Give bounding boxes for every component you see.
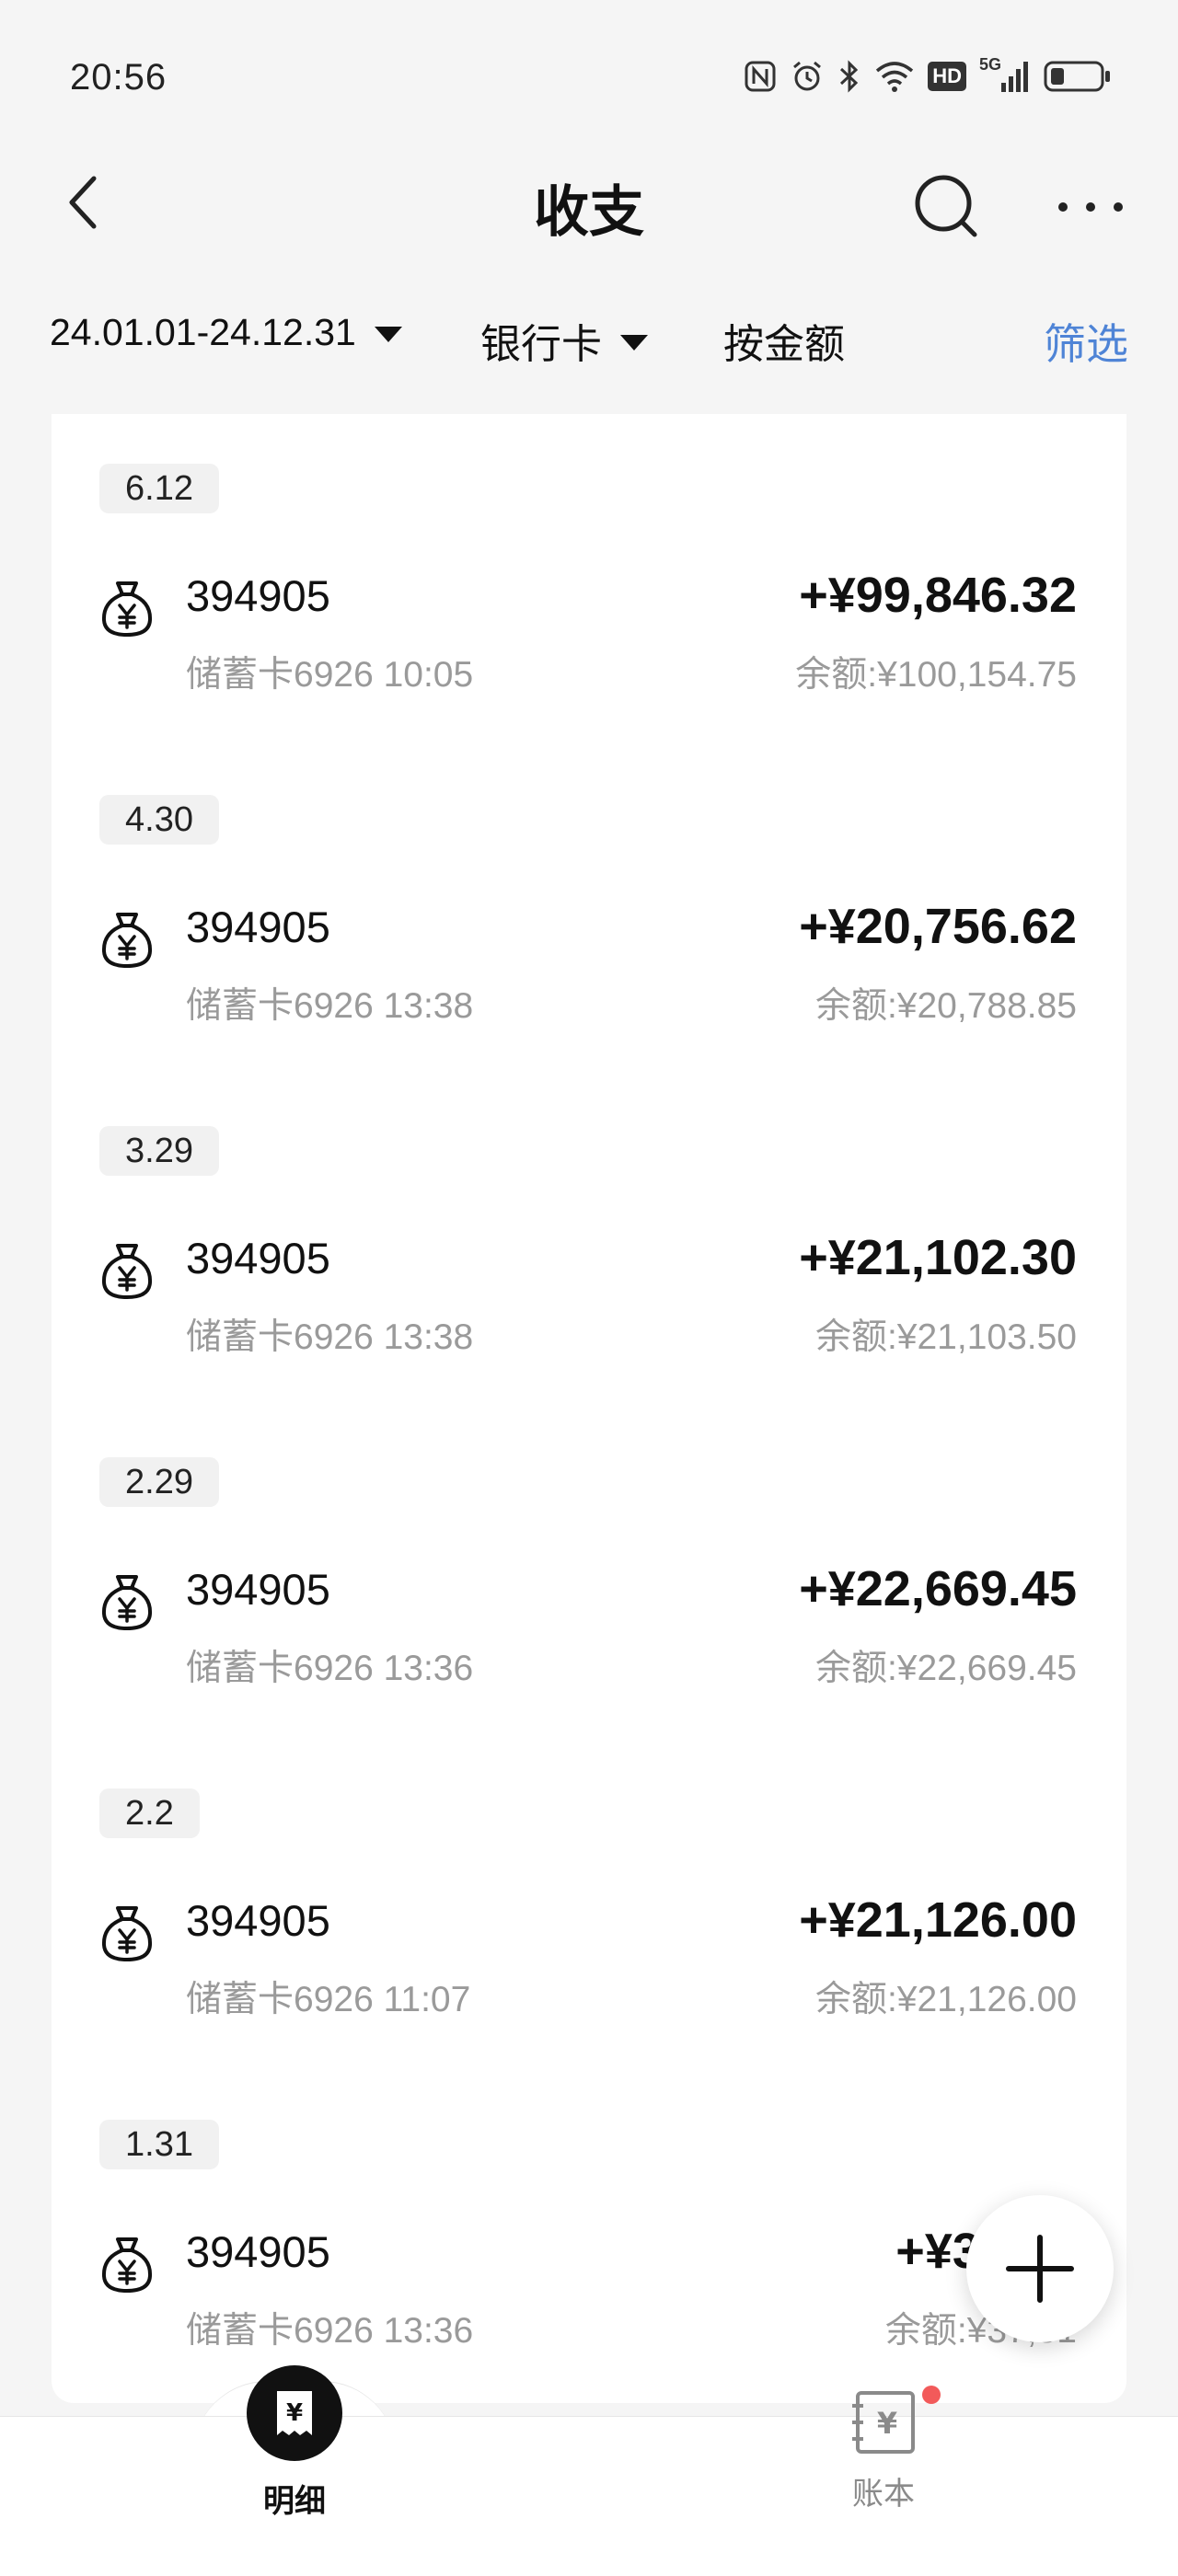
transaction-card-time: 储蓄卡6926 13:36 [186, 2311, 474, 2351]
day-group: 6.12 394905 储蓄卡6926 10:05 +¥99,846.32 余额… [52, 414, 1126, 745]
transaction-amount: +¥99,846.32 [799, 568, 1077, 623]
more-dots-icon [1058, 202, 1123, 212]
transaction-row[interactable]: 394905 储蓄卡6926 13:36 +¥37,51 余额:¥37,51 [52, 2217, 1126, 2355]
status-bar: 20:56 HD 5G [0, 0, 1178, 147]
transaction-card-time: 储蓄卡6926 13:38 [186, 986, 474, 1026]
date-chip: 3.29 [99, 1126, 219, 1176]
transaction-card-time: 储蓄卡6926 10:05 [186, 655, 474, 695]
transaction-row[interactable]: 394905 储蓄卡6926 13:38 +¥20,756.62 余额:¥20,… [52, 892, 1126, 1030]
detail-tab-glyph: ¥ [286, 2399, 303, 2427]
search-button[interactable] [906, 166, 988, 248]
alarm-icon [790, 59, 825, 94]
add-record-button[interactable] [966, 2195, 1114, 2342]
date-range-filter[interactable]: 24.01.01-24.12.31 [50, 311, 402, 354]
money-bag-icon [99, 1904, 155, 1963]
hd-icon: HD [928, 62, 966, 91]
transaction-card-time: 储蓄卡6926 13:38 [186, 1317, 474, 1357]
transaction-amount: +¥22,669.45 [799, 1561, 1077, 1616]
transaction-name: 394905 [186, 571, 330, 620]
caret-down-icon [620, 334, 648, 351]
tab-detail-label: 明细 [263, 2484, 326, 2519]
wifi-icon [874, 60, 915, 93]
transaction-name: 394905 [186, 1896, 330, 1945]
day-group: 2.29 394905 储蓄卡6926 13:36 +¥22,669.45 余额… [52, 1408, 1126, 1739]
transaction-card-time: 储蓄卡6926 11:07 [186, 1980, 471, 2019]
more-button[interactable] [1049, 166, 1132, 248]
bluetooth-icon [837, 59, 861, 94]
transaction-name: 394905 [186, 1565, 330, 1614]
transaction-row[interactable]: 394905 储蓄卡6926 13:38 +¥21,102.30 余额:¥21,… [52, 1224, 1126, 1362]
day-group: 1.31 394905 储蓄卡6926 13:36 +¥37,51 余额:¥37… [52, 2070, 1126, 2401]
search-icon [915, 175, 977, 237]
page-title: 收支 [534, 181, 644, 243]
account-filter-label: 银行卡 [480, 322, 602, 367]
status-time: 20:56 [70, 57, 167, 98]
tab-detail[interactable]: ¥ 明细 [147, 2365, 442, 2576]
date-chip: 2.29 [99, 1457, 219, 1507]
transaction-amount: +¥20,756.62 [799, 899, 1077, 954]
ledger-yuan-icon: ¥ [849, 2387, 918, 2457]
money-bag-icon [99, 1242, 155, 1301]
transaction-balance: 余额:¥100,154.75 [795, 655, 1077, 695]
transaction-name: 394905 [186, 2227, 330, 2276]
transaction-name: 394905 [186, 903, 330, 951]
money-bag-icon [99, 911, 155, 970]
tab-book-label: 账本 [852, 2477, 915, 2512]
sort-by-amount-button[interactable]: 按金额 [723, 311, 845, 370]
nfc-icon [744, 60, 777, 93]
status-icons: HD 5G [744, 53, 1112, 99]
nav-bar: 收支 [0, 147, 1178, 267]
money-bag-icon [99, 2236, 155, 2294]
bottom-nav: ¥ 明细 ¥ 账本 [0, 2365, 1178, 2576]
money-bag-icon [99, 1573, 155, 1632]
date-chip: 1.31 [99, 2120, 219, 2169]
receipt-yuan-icon: ¥ [247, 2365, 342, 2461]
book-tab-glyph: ¥ [877, 2406, 897, 2441]
transaction-name: 394905 [186, 1234, 330, 1282]
battery-icon [1044, 59, 1112, 94]
transaction-balance: 余额:¥21,103.50 [814, 1317, 1077, 1357]
filter-bar: 24.01.01-24.12.31 银行卡 按金额 筛选 [0, 294, 1178, 386]
account-filter[interactable]: 银行卡 [480, 311, 648, 370]
transaction-balance: 余额:¥20,788.85 [814, 986, 1077, 1026]
transaction-card-time: 储蓄卡6926 13:36 [186, 1649, 474, 1688]
transaction-list: 6.12 394905 储蓄卡6926 10:05 +¥99,846.32 余额… [52, 414, 1126, 2403]
money-bag-icon [99, 580, 155, 638]
transaction-amount: +¥21,102.30 [799, 1230, 1077, 1285]
screen-filter-button[interactable]: 筛选 [1044, 311, 1128, 372]
notification-dot [922, 2386, 941, 2404]
date-range-label: 24.01.01-24.12.31 [50, 311, 356, 353]
network-type-label: 5G [979, 55, 1002, 74]
transaction-row[interactable]: 394905 储蓄卡6926 11:07 +¥21,126.00 余额:¥21,… [52, 1886, 1126, 2024]
day-group: 4.30 394905 储蓄卡6926 13:38 +¥20,756.62 余额… [52, 745, 1126, 1076]
day-group: 2.2 394905 储蓄卡6926 11:07 +¥21,126.00 余额:… [52, 1739, 1126, 2070]
sort-label: 按金额 [723, 322, 845, 367]
transaction-row[interactable]: 394905 储蓄卡6926 10:05 +¥99,846.32 余额:¥100… [52, 561, 1126, 699]
caret-down-icon [374, 327, 402, 342]
5g-signal-icon: 5G [979, 55, 1031, 94]
date-chip: 6.12 [99, 464, 219, 513]
plus-icon [1006, 2235, 1074, 2303]
date-chip: 4.30 [99, 795, 219, 845]
day-group: 3.29 394905 储蓄卡6926 13:38 +¥21,102.30 余额… [52, 1076, 1126, 1408]
transaction-row[interactable]: 394905 储蓄卡6926 13:36 +¥22,669.45 余额:¥22,… [52, 1555, 1126, 1693]
transaction-amount: +¥21,126.00 [799, 1892, 1077, 1948]
tab-book[interactable]: ¥ 账本 [736, 2386, 1031, 2576]
date-chip: 2.2 [99, 1788, 200, 1838]
transaction-balance: 余额:¥21,126.00 [814, 1980, 1077, 2019]
transaction-balance: 余额:¥22,669.45 [814, 1649, 1077, 1688]
